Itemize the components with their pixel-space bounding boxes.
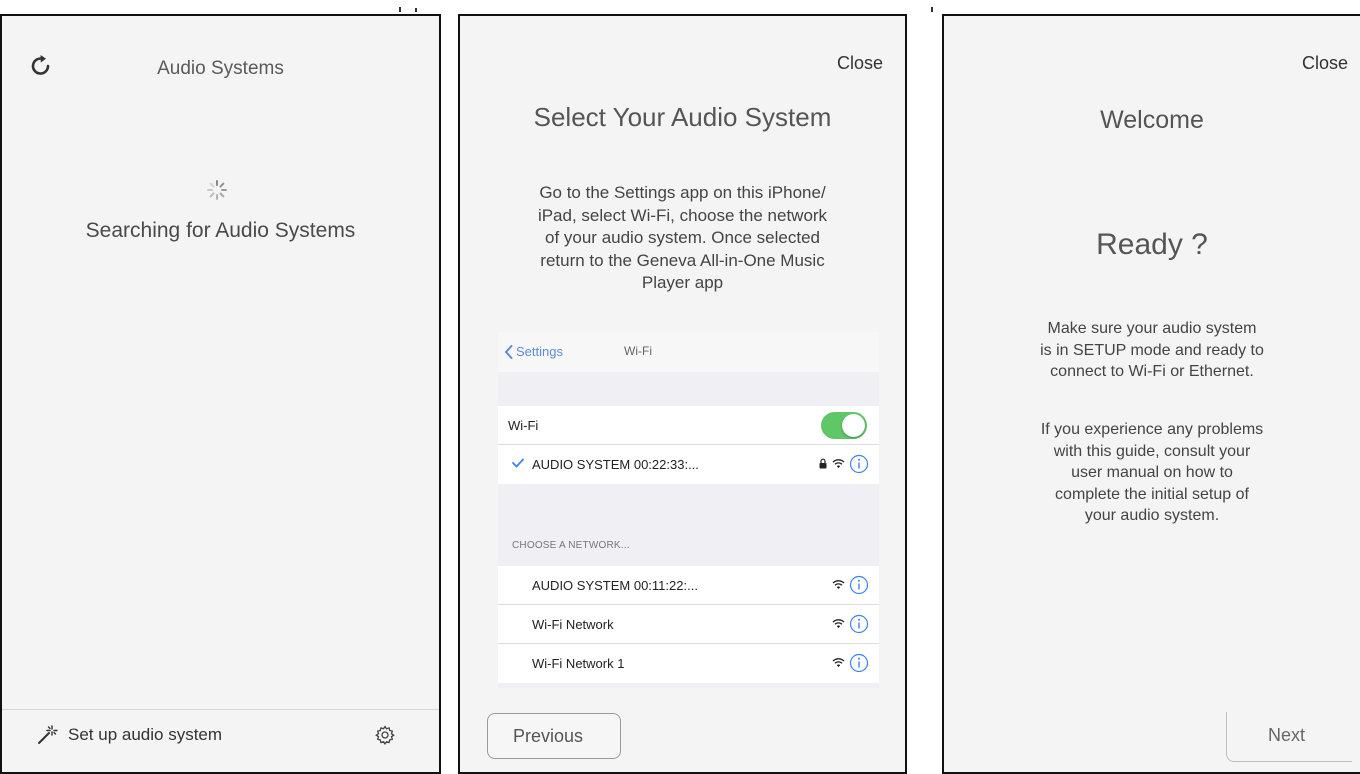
network-row: Wi-Fi Network (498, 605, 879, 644)
setup-mode-paragraph: Make sure your audio system is in SETUP … (958, 318, 1346, 383)
instruction-line: iPad, select Wi-Fi, choose the network (537, 205, 828, 225)
info-icon (849, 653, 869, 673)
network-name: Wi-Fi Network (532, 617, 614, 632)
wifi-nav-title: Wi-Fi (624, 344, 652, 358)
page-title: Welcome (1100, 106, 1204, 134)
instruction-line: return to the Geneva All-in-One Music (540, 250, 825, 270)
cropped-caption-fragment (395, 0, 435, 14)
info-icon (849, 575, 869, 595)
bottom-toolbar: Set up audio system (2, 709, 439, 772)
paragraph-line: connect to Wi-Fi or Ethernet. (1050, 363, 1254, 380)
next-button[interactable]: Next (1226, 712, 1352, 762)
paragraph-line: If you experience any problems (1040, 421, 1264, 438)
page-title: Audio Systems (157, 58, 284, 79)
wifi-icon (832, 580, 845, 589)
spinner-icon (207, 180, 227, 200)
network-row: AUDIO SYSTEM 00:11:22:... (498, 566, 879, 605)
connected-network-row: AUDIO SYSTEM 00:22:33:... (498, 445, 879, 484)
search-status-text: Searching for Audio Systems (85, 219, 356, 242)
choose-network-header: CHOOSE A NETWORK... (512, 540, 630, 551)
info-icon (849, 454, 869, 474)
network-row: Wi-Fi Network 1 (498, 644, 879, 683)
wifi-icon (832, 658, 845, 667)
setup-audio-system-button[interactable]: Set up audio system (36, 724, 222, 746)
network-name: AUDIO SYSTEM 00:11:22:... (532, 578, 698, 593)
audio-systems-screen: Audio Systems Searching for Audio System… (0, 14, 441, 774)
instruction-line: of your audio system. Once selected (545, 228, 820, 247)
wifi-row-label: Wi-Fi (508, 418, 539, 433)
page-title: Select Your Audio System (533, 102, 832, 132)
wifi-icon (832, 619, 845, 628)
network-list: AUDIO SYSTEM 00:11:22:... Wi-Fi Network (498, 566, 879, 683)
wifi-toggle (821, 412, 867, 439)
network-name: Wi-Fi Network 1 (532, 656, 625, 671)
select-audio-system-screen: Close Select Your Audio System Go to the… (458, 14, 907, 774)
ready-heading: Ready ? (1096, 228, 1208, 261)
paragraph-line: with this guide, consult your (1053, 442, 1251, 460)
setup-audio-system-label: Set up audio system (68, 725, 223, 744)
close-button[interactable]: Close (1302, 53, 1348, 74)
wifi-current-group: Wi-Fi AUDIO SYSTEM 00:22:33:... (498, 406, 879, 484)
help-paragraph: If you experience any problems with this… (958, 419, 1346, 527)
wifi-toggle-row: Wi-Fi (498, 406, 879, 445)
previous-button[interactable]: Previous (487, 713, 621, 759)
instruction-line: Go to the Settings app on this iPhone/ (539, 183, 826, 202)
wifi-nav-bar: Settings Wi-Fi (498, 332, 879, 372)
lock-icon (819, 458, 827, 469)
gear-icon[interactable] (374, 724, 396, 746)
wifi-settings-illustration: Settings Wi-Fi Wi-Fi AUDIO SYSTEM 00:22:… (498, 332, 879, 688)
instruction-text: Go to the Settings app on this iPhone/ i… (480, 182, 885, 295)
wifi-icon (832, 459, 845, 468)
info-icon (849, 614, 869, 634)
paragraph-line: complete the initial setup of (1055, 485, 1249, 503)
instruction-line: Player app (641, 273, 724, 292)
close-button[interactable]: Close (837, 53, 883, 74)
checkmark-icon (512, 458, 524, 468)
connected-network-name: AUDIO SYSTEM 00:22:33:... (532, 457, 699, 472)
cropped-caption-fragment (925, 0, 945, 14)
welcome-screen: Close Welcome Ready ? Make sure your aud… (942, 14, 1360, 774)
paragraph-line: user manual on how to (1071, 464, 1233, 481)
paragraph-line: your audio system. (1084, 507, 1220, 524)
magic-wand-icon (38, 725, 58, 744)
paragraph-line: Make sure your audio system (1047, 320, 1257, 337)
paragraph-line: is in SETUP mode and ready to (1040, 341, 1264, 359)
